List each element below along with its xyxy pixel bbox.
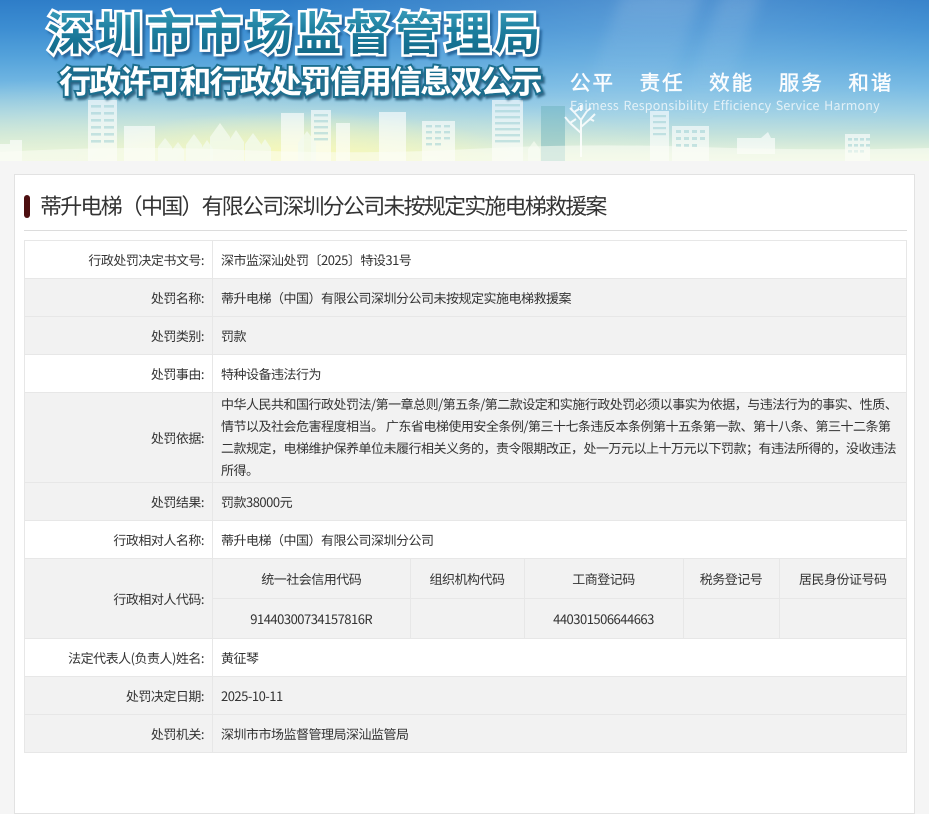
svg-text:公平 责任 效能 服务 和谐: 公平 责任 效能 服务 和谐 [570,66,893,96]
svg-text:行政许可和行政处罚信用信息双公示: 行政许可和行政处罚信用信息双公示 [59,57,542,103]
svg-text:深圳市市场监督管理局: 深圳市市场监督管理局 [47,0,544,64]
svg-text:Faimess Responsibility Efficie: Faimess Responsibility Efficiency Servic… [570,95,880,114]
